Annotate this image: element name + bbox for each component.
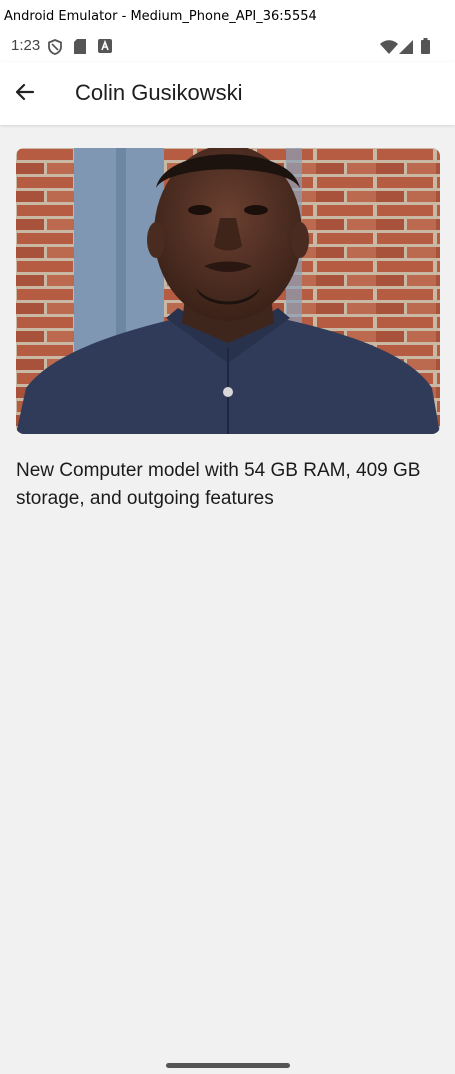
home-gesture-bar[interactable] xyxy=(166,1063,290,1068)
arrow-left-icon xyxy=(6,83,42,114)
status-bar: 1:23 xyxy=(0,32,455,62)
wifi-icon xyxy=(380,40,398,59)
status-time: 1:23 xyxy=(11,37,41,54)
description-text: New Computer model with 54 GB RAM, 409 G… xyxy=(16,460,421,509)
battery-icon xyxy=(421,38,430,59)
emulator-window-title: Android Emulator - Medium_Phone_API_36:5… xyxy=(0,0,455,32)
shield-icon xyxy=(48,39,62,60)
font-a-icon xyxy=(98,39,112,58)
page-title: Colin Gusikowski xyxy=(75,80,243,105)
back-button[interactable] xyxy=(6,74,42,110)
person-photo xyxy=(16,148,440,434)
signal-icon xyxy=(399,40,413,59)
sd-card-icon xyxy=(74,39,86,59)
app-bar: Colin Gusikowski xyxy=(0,62,455,125)
